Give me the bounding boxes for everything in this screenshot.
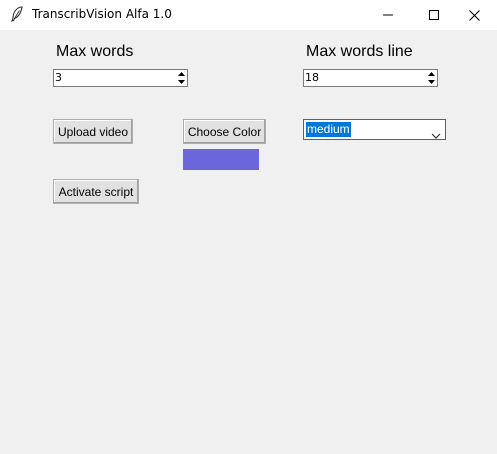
chevron-down-icon[interactable] [431,125,441,139]
spinbox-arrows [175,70,187,86]
spin-down-icon[interactable] [175,78,187,86]
size-combobox-value[interactable]: medium [306,122,351,137]
title-bar: TranscribVision Alfa 1.0 [0,0,497,30]
spinbox-arrows [425,70,437,86]
max-words-line-heading: Max words line [306,43,413,60]
upload-video-button[interactable]: Upload video [53,119,133,144]
max-words-line-spinbox[interactable]: 18 [303,69,438,87]
close-icon [468,9,480,21]
selected-color-swatch [183,149,259,170]
spin-down-icon[interactable] [425,78,437,86]
max-words-value[interactable]: 3 [55,71,62,85]
close-button[interactable] [451,0,497,30]
max-words-line-value[interactable]: 18 [305,71,319,85]
feather-icon [10,6,24,22]
window-client-area: Max words Max words line 3 18 Upload vid… [0,30,497,454]
activate-script-button[interactable]: Activate script [53,179,139,204]
max-words-spinbox[interactable]: 3 [53,69,188,87]
choose-color-button[interactable]: Choose Color [183,119,266,144]
minimize-button[interactable] [365,0,411,30]
max-words-heading: Max words [56,43,134,60]
spin-up-icon[interactable] [425,70,437,78]
window-title: TranscribVision Alfa 1.0 [32,7,172,21]
maximize-icon [429,10,439,20]
minimize-icon [383,10,393,20]
spin-up-icon[interactable] [175,70,187,78]
size-combobox[interactable]: medium [303,119,446,140]
